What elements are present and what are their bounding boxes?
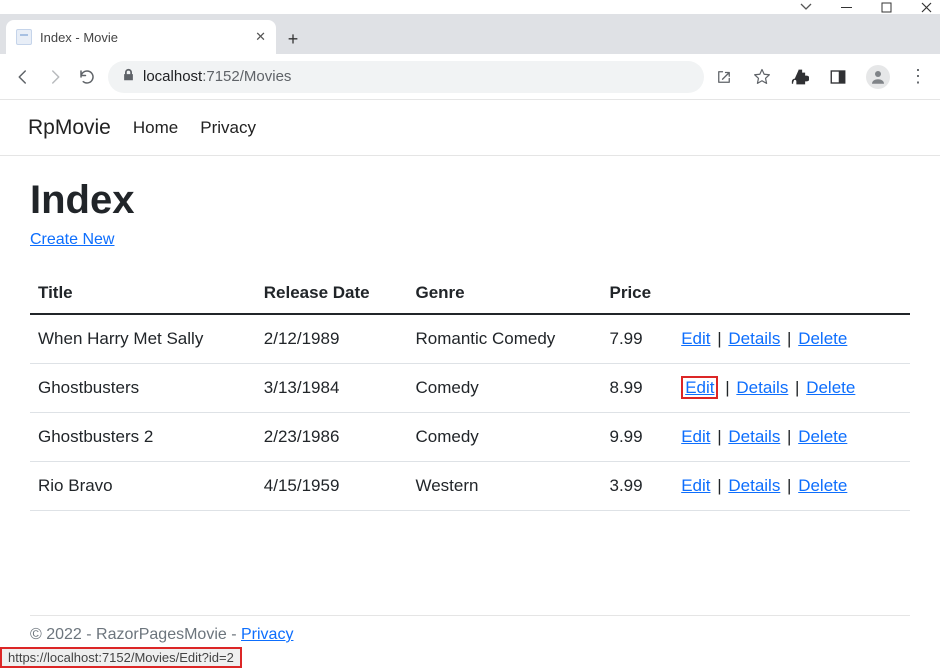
minimize-button[interactable] [840,1,852,13]
cell-price: 7.99 [601,314,673,364]
browser-tabbar: Index - Movie ✕ + [0,14,940,54]
browser-tab[interactable]: Index - Movie ✕ [6,20,276,54]
share-icon[interactable] [714,67,734,87]
cell-genre: Comedy [407,413,601,462]
details-link[interactable]: Details [728,329,780,348]
side-panel-icon[interactable] [828,67,848,87]
edit-link[interactable]: Edit [681,376,718,399]
table-row: Ghostbusters3/13/1984Comedy8.99Edit | De… [30,364,910,413]
delete-link[interactable]: Delete [798,329,847,348]
maximize-button[interactable] [880,1,892,13]
extensions-icon[interactable] [790,67,810,87]
movies-table: Title Release Date Genre Price When Harr… [30,273,910,511]
url-text: localhost:7152/Movies [143,68,291,85]
cell-genre: Western [407,462,601,511]
details-link[interactable]: Details [736,378,788,397]
nav-privacy[interactable]: Privacy [200,118,256,138]
col-actions [673,273,910,314]
new-tab-button[interactable]: + [276,24,310,54]
create-new-link[interactable]: Create New [30,231,114,248]
status-url: https://localhost:7152/Movies/Edit?id=2 [8,650,234,665]
footer-privacy-link[interactable]: Privacy [241,626,293,643]
cell-release_date: 4/15/1959 [256,462,408,511]
cell-actions: Edit | Details | Delete [673,413,910,462]
site-footer: © 2022 - RazorPagesMovie - Privacy [30,615,910,644]
window-titlebar [0,0,940,14]
cell-genre: Romantic Comedy [407,314,601,364]
cell-actions: Edit | Details | Delete [673,364,910,413]
cell-genre: Comedy [407,364,601,413]
cell-actions: Edit | Details | Delete [673,314,910,364]
cell-title: Rio Bravo [30,462,256,511]
edit-link[interactable]: Edit [681,329,710,348]
cell-title: Ghostbusters [30,364,256,413]
col-release-date: Release Date [256,273,408,314]
details-link[interactable]: Details [728,427,780,446]
back-button[interactable] [12,66,34,88]
cell-price: 8.99 [601,364,673,413]
close-window-button[interactable] [920,1,932,13]
cell-price: 9.99 [601,413,673,462]
cell-release_date: 2/12/1989 [256,314,408,364]
table-row: Ghostbusters 22/23/1986Comedy9.99Edit | … [30,413,910,462]
forward-button[interactable] [44,66,66,88]
address-bar[interactable]: localhost:7152/Movies [108,61,704,93]
col-title: Title [30,273,256,314]
kebab-menu-icon[interactable]: ⋮ [908,67,928,87]
cell-actions: Edit | Details | Delete [673,462,910,511]
close-tab-icon[interactable]: ✕ [255,29,266,45]
bookmark-star-icon[interactable] [752,67,772,87]
reload-button[interactable] [76,66,98,88]
browser-statusbar: https://localhost:7152/Movies/Edit?id=2 [0,647,242,668]
chevron-down-icon[interactable] [800,1,812,13]
tab-title: Index - Movie [40,30,247,45]
cell-title: When Harry Met Sally [30,314,256,364]
delete-link[interactable]: Delete [798,427,847,446]
edit-link[interactable]: Edit [681,476,710,495]
brand-link[interactable]: RpMovie [28,116,111,140]
col-price: Price [601,273,673,314]
col-genre: Genre [407,273,601,314]
browser-toolbar: localhost:7152/Movies ⋮ [0,54,940,100]
delete-link[interactable]: Delete [798,476,847,495]
details-link[interactable]: Details [728,476,780,495]
cell-release_date: 2/23/1986 [256,413,408,462]
footer-copyright: © 2022 - RazorPagesMovie - [30,626,241,643]
delete-link[interactable]: Delete [806,378,855,397]
edit-link[interactable]: Edit [681,427,710,446]
page-title: Index [30,178,910,223]
main-content: Index Create New Title Release Date Genr… [0,156,940,533]
table-row: When Harry Met Sally2/12/1989Romantic Co… [30,314,910,364]
cell-price: 3.99 [601,462,673,511]
cell-title: Ghostbusters 2 [30,413,256,462]
favicon-icon [16,29,32,45]
profile-avatar[interactable] [866,65,890,89]
lock-icon [122,68,135,85]
cell-release_date: 3/13/1984 [256,364,408,413]
site-navbar: RpMovie Home Privacy [0,100,940,156]
table-row: Rio Bravo4/15/1959Western3.99Edit | Deta… [30,462,910,511]
nav-home[interactable]: Home [133,118,178,138]
